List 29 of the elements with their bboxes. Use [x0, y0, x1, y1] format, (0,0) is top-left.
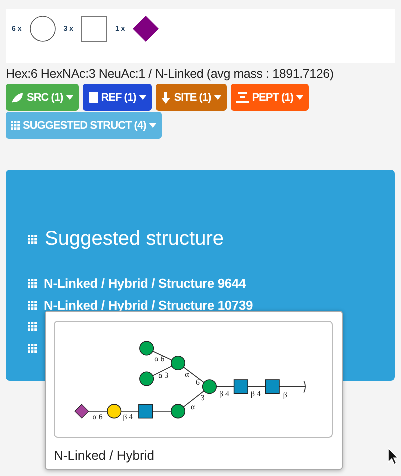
caret-icon: [214, 95, 222, 100]
structure-link[interactable]: N-Linked / Hybrid / Structure 10739: [44, 298, 254, 313]
grid-icon: [28, 235, 37, 244]
diamond-icon: [133, 16, 160, 42]
caret-icon: [66, 95, 74, 100]
dropdown-button[interactable]: SITE (1): [156, 84, 228, 111]
align-center-icon: [236, 92, 250, 103]
square-icon: [81, 16, 108, 42]
circle-icon: [30, 16, 56, 42]
book-icon: [88, 92, 98, 104]
grid-icon: [28, 322, 37, 332]
popup-caption: N-Linked / Hybrid: [54, 448, 154, 463]
caret-icon: [149, 123, 158, 128]
caret-icon: [296, 95, 304, 100]
arrow-down-icon: [161, 92, 172, 104]
dropdown-button[interactable]: PEPT (1): [231, 84, 310, 111]
composition-text: Hex:6 HexNAc:3 NeuAc:1 / N-Linked (avg mass : 1891.7126): [6, 67, 335, 81]
glycan-structure-drawing: α 6 α 3 α 6 β 4 β 4 β α 3 α 6 β 4: [54, 321, 333, 438]
dropdown-button[interactable]: SUGGESTED STRUCT (4): [6, 112, 162, 139]
structure-link[interactable]: N-Linked / Hybrid / Structure 9644: [44, 276, 246, 292]
grid-icon: [28, 279, 37, 288]
grid-icon: [11, 121, 20, 130]
grid-icon: [28, 300, 37, 310]
dropdown-button[interactable]: SRC (1): [6, 84, 80, 111]
caret-icon: [139, 95, 148, 100]
dropdown-button[interactable]: REF (1): [83, 84, 152, 111]
panel-title: Suggested structure: [45, 228, 224, 251]
grid-icon: [28, 344, 37, 353]
leaf-icon: [11, 92, 24, 104]
